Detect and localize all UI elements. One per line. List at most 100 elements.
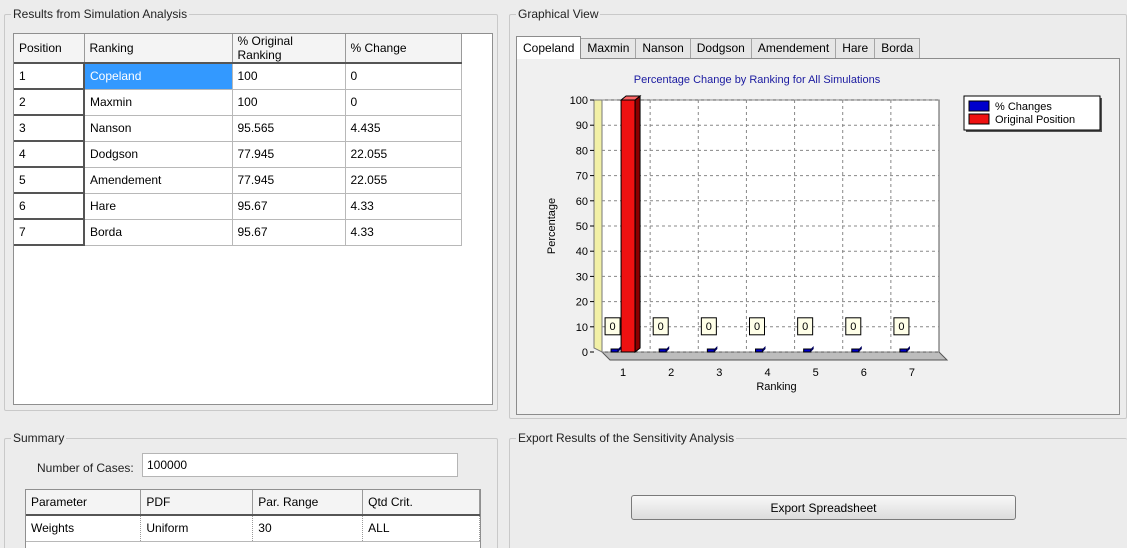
data-label: 0 xyxy=(706,321,712,333)
tab-hare[interactable]: Hare xyxy=(835,38,876,59)
par-range-cell[interactable]: 30 xyxy=(252,515,364,542)
results-header-row: Position Ranking % Original Ranking % Ch… xyxy=(14,34,462,64)
ranking-cell[interactable]: Dodgson xyxy=(84,141,233,168)
x-tick-label: 5 xyxy=(813,367,819,379)
table-row[interactable]: 2 Maxmin 100 0 xyxy=(14,89,462,116)
position-cell[interactable]: 2 xyxy=(14,89,85,116)
tab-borda[interactable]: Borda xyxy=(874,38,921,59)
results-table[interactable]: Position Ranking % Original Ranking % Ch… xyxy=(13,33,493,405)
y-tick-label: 80 xyxy=(576,145,588,157)
x-axis-title: Ranking xyxy=(756,381,796,393)
pdf-cell[interactable]: Uniform xyxy=(140,515,254,542)
results-group: Results from Simulation Analysis Positio… xyxy=(4,7,498,411)
export-spreadsheet-button[interactable]: Export Spreadsheet xyxy=(631,495,1016,520)
bar-changes xyxy=(755,348,763,353)
y-tick-label: 10 xyxy=(576,322,588,334)
chart-panel: Percentage Change by Ranking for All Sim… xyxy=(516,58,1120,415)
tab-copeland[interactable]: Copeland xyxy=(516,36,582,59)
tab-maxmin[interactable]: Maxmin xyxy=(580,38,637,59)
summary-group: Summary Number of Cases: 100000 Paramete… xyxy=(4,431,498,548)
column-header-qtd-crit[interactable]: Qtd Crit. xyxy=(362,490,480,516)
table-row[interactable]: 3 Nanson 95.565 4.435 xyxy=(14,115,462,142)
tab-amendement[interactable]: Amendement xyxy=(750,38,837,59)
export-group: Export Results of the Sensitivity Analys… xyxy=(509,431,1127,548)
ranking-cell[interactable]: Copeland xyxy=(84,63,233,90)
data-label: 0 xyxy=(658,321,664,333)
bar-changes xyxy=(851,348,860,353)
parameters-table-body: Parameter PDF Par. Range Qtd Crit. Weigh… xyxy=(26,490,480,542)
change-cell[interactable]: 22.055 xyxy=(345,167,462,194)
change-cell[interactable]: 4.33 xyxy=(345,193,462,220)
table-row[interactable]: 4 Dodgson 77.945 22.055 xyxy=(14,141,462,168)
data-label: 0 xyxy=(610,321,616,333)
y-tick-label: 30 xyxy=(576,271,588,283)
original-ranking-cell[interactable]: 100 xyxy=(232,63,346,90)
original-ranking-cell[interactable]: 95.67 xyxy=(232,219,346,246)
change-cell[interactable]: 4.435 xyxy=(345,115,462,142)
ranking-cell[interactable]: Borda xyxy=(84,219,233,246)
change-cell[interactable]: 0 xyxy=(345,63,462,90)
y-tick-label: 20 xyxy=(576,297,588,309)
position-cell[interactable]: 1 xyxy=(14,63,85,90)
data-label: 0 xyxy=(754,321,760,333)
plot-side-wall xyxy=(593,99,603,353)
table-row[interactable]: Weights Uniform 30 ALL xyxy=(26,515,480,542)
original-ranking-cell[interactable]: 95.565 xyxy=(232,115,346,142)
tab-nanson[interactable]: Nanson xyxy=(635,38,691,59)
results-table-body: Position Ranking % Original Ranking % Ch… xyxy=(14,34,462,246)
qtd-crit-cell[interactable]: ALL xyxy=(362,515,480,542)
original-ranking-cell[interactable]: 77.945 xyxy=(232,167,346,194)
legend-label: Original Position xyxy=(995,114,1075,126)
x-tick-label: 7 xyxy=(909,367,915,379)
data-label: 0 xyxy=(898,321,904,333)
change-cell[interactable]: 22.055 xyxy=(345,141,462,168)
position-cell[interactable]: 5 xyxy=(14,167,85,194)
results-group-title: Results from Simulation Analysis xyxy=(11,7,190,21)
column-header-parameter[interactable]: Parameter xyxy=(26,490,142,516)
summary-group-title: Summary xyxy=(11,431,67,445)
ranking-cell[interactable]: Hare xyxy=(84,193,233,220)
position-cell[interactable]: 7 xyxy=(14,219,85,246)
data-label: 0 xyxy=(850,321,856,333)
bar-changes xyxy=(658,348,667,353)
table-row[interactable]: 1 Copeland 100 0 xyxy=(14,63,462,90)
column-header-pdf[interactable]: PDF xyxy=(140,490,254,516)
ranking-cell[interactable]: Amendement xyxy=(84,167,233,194)
parameters-table[interactable]: Parameter PDF Par. Range Qtd Crit. Weigh… xyxy=(25,489,481,548)
legend-swatch xyxy=(968,100,990,112)
x-tick-label: 2 xyxy=(668,367,674,379)
bar-original-position-side xyxy=(634,94,641,354)
position-cell[interactable]: 3 xyxy=(14,115,85,142)
original-ranking-cell[interactable]: 77.945 xyxy=(232,141,346,168)
legend-label: % Changes xyxy=(995,101,1052,113)
y-tick-label: 50 xyxy=(576,221,588,233)
number-of-cases-label: Number of Cases: xyxy=(37,461,134,475)
tab-dodgson[interactable]: Dodgson xyxy=(689,38,752,59)
export-group-title: Export Results of the Sensitivity Analys… xyxy=(516,431,737,445)
column-header-ranking[interactable]: Ranking xyxy=(84,34,233,64)
column-header-original-ranking[interactable]: % Original Ranking xyxy=(232,34,346,64)
position-cell[interactable]: 4 xyxy=(14,141,85,168)
original-ranking-cell[interactable]: 100 xyxy=(232,89,346,116)
table-row[interactable]: 7 Borda 95.67 4.33 xyxy=(14,219,462,246)
bar-changes xyxy=(899,348,908,353)
y-axis-title: Percentage xyxy=(546,198,558,254)
parameter-cell[interactable]: Weights xyxy=(26,515,142,542)
y-tick-label: 40 xyxy=(576,246,588,258)
table-row[interactable]: 6 Hare 95.67 4.33 xyxy=(14,193,462,220)
column-header-change[interactable]: % Change xyxy=(345,34,462,64)
column-header-par-range[interactable]: Par. Range xyxy=(252,490,364,516)
plot-floor xyxy=(600,351,949,361)
table-row[interactable]: 5 Amendement 77.945 22.055 xyxy=(14,167,462,194)
ranking-cell[interactable]: Maxmin xyxy=(84,89,233,116)
data-label: 0 xyxy=(802,321,808,333)
bar-changes xyxy=(610,348,619,353)
column-header-position[interactable]: Position xyxy=(14,34,85,64)
ranking-cell[interactable]: Nanson xyxy=(84,115,233,142)
graph-group-title: Graphical View xyxy=(516,7,601,21)
number-of-cases-field[interactable]: 100000 xyxy=(142,453,458,477)
position-cell[interactable]: 6 xyxy=(14,193,85,220)
change-cell[interactable]: 0 xyxy=(345,89,462,116)
original-ranking-cell[interactable]: 95.67 xyxy=(232,193,346,220)
change-cell[interactable]: 4.33 xyxy=(345,219,462,246)
